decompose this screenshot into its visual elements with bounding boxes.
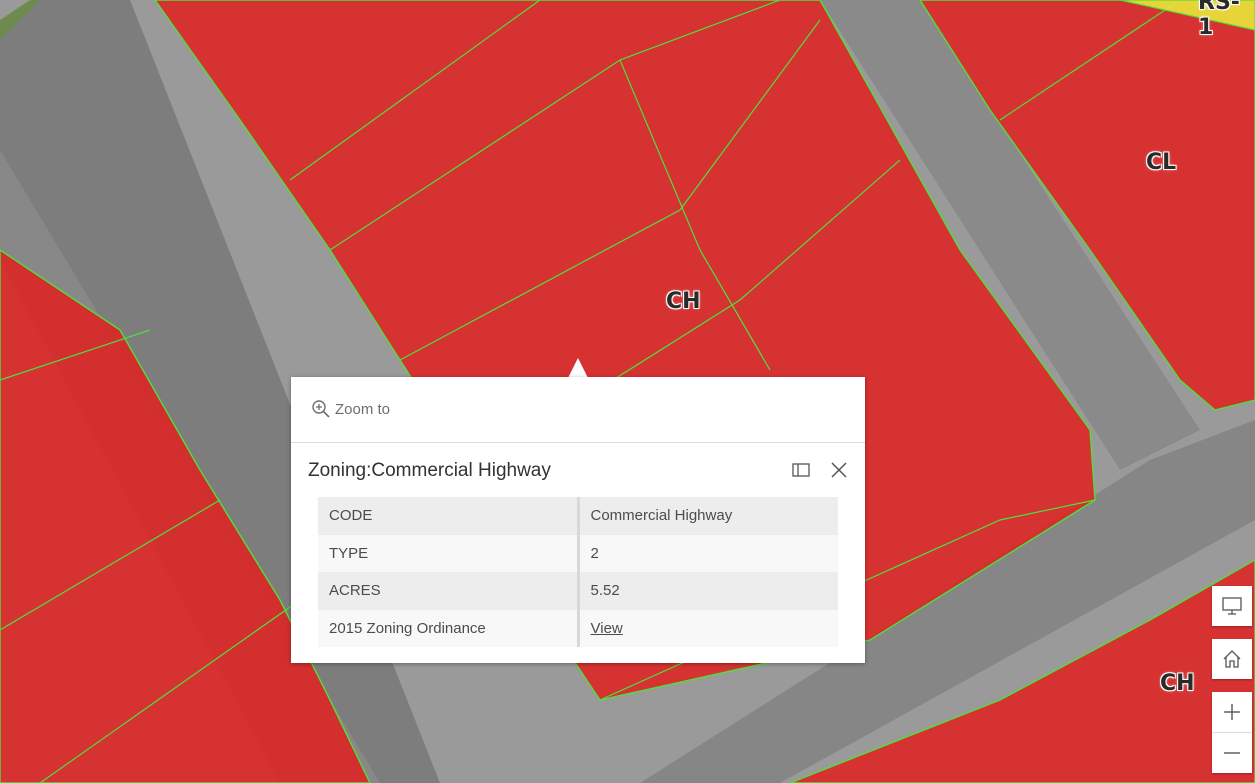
close-icon[interactable] [828,459,850,481]
attribute-table: CODE Commercial Highway TYPE 2 ACRES 5.5… [318,497,838,647]
attr-key: TYPE [318,534,580,572]
table-row: CODE Commercial Highway [318,497,838,535]
zoom-in-icon [312,400,330,418]
dock-icon[interactable] [791,460,811,480]
attr-value: 5.52 [578,572,838,610]
zoom-to-label: Zoom to [335,400,391,418]
zoom-to-action[interactable]: Zoom to [311,399,390,419]
attr-value: Commercial Highway [578,497,838,535]
zone-label-ch: CH [666,289,701,314]
attr-key: CODE [318,497,580,535]
zone-label-ch-south: CH [1160,671,1195,696]
popup-pointer [568,358,588,378]
attr-key: ACRES [318,572,580,610]
home-button[interactable] [1212,639,1252,679]
popup-title: Zoning:Commercial Highway [308,460,551,481]
zone-label-rs1: RS-1 [1198,0,1240,40]
zoom-in-button[interactable] [1212,692,1252,732]
zoom-out-button[interactable] [1212,733,1252,773]
attr-key: 2015 Zoning Ordinance [318,609,580,647]
monitor-icon [1222,597,1242,615]
minus-icon [1224,752,1240,754]
table-row: ACRES 5.52 [318,572,838,610]
plus-icon [1224,704,1240,720]
zone-label-cl: CL [1146,150,1177,175]
table-row: TYPE 2 [318,534,838,572]
popup-divider [291,442,865,443]
attr-value: View [578,609,838,647]
attr-value: 2 [578,534,838,572]
view-ordinance-link[interactable]: View [591,620,623,637]
fullscreen-button[interactable] [1212,586,1252,626]
home-icon [1223,650,1241,668]
table-row: 2015 Zoning Ordinance View [318,609,838,647]
feature-popup: Zoom to Zoning:Commercial Highway CODE C… [291,377,865,663]
